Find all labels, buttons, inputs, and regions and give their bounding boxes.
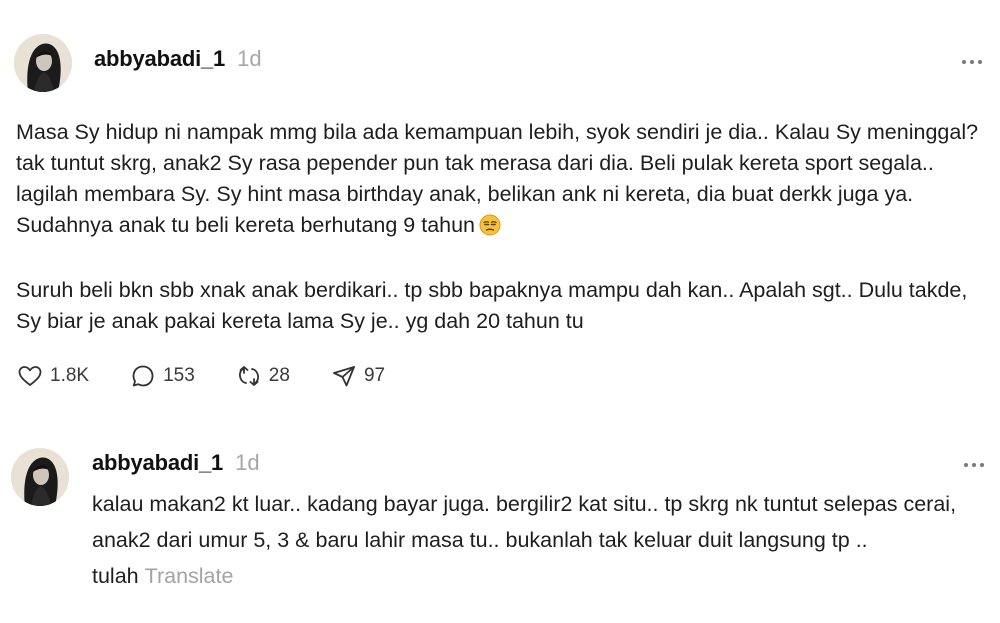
repost-icon: [238, 366, 259, 386]
post-paragraph-1: Masa Sy hidup ni nampak mmg bila ada kem…: [16, 117, 991, 241]
reply-more-options-button[interactable]: [964, 463, 984, 467]
comment-icon: [132, 365, 154, 387]
repost-count: 28: [268, 365, 290, 386]
more-icon: [964, 463, 968, 467]
comment-button[interactable]: 153: [129, 362, 195, 390]
more-icon: [962, 60, 966, 64]
reply-avatar[interactable]: [11, 448, 69, 506]
comment-count: 153: [163, 365, 195, 386]
profile-photo-icon: [11, 448, 69, 506]
like-button[interactable]: 1.8K: [16, 362, 89, 390]
timestamp: 1d: [237, 46, 262, 71]
reply-timestamp: 1d: [235, 450, 260, 475]
unamused-face-emoji: [479, 214, 501, 236]
translate-link[interactable]: Translate: [145, 564, 234, 588]
heart-icon: [18, 366, 42, 386]
share-icon: [333, 366, 355, 387]
post-paragraph-2: Suruh beli bkn sbb xnak anak berdikari..…: [16, 278, 968, 333]
reply-text: kalau makan2 kt luar.. kadang bayar juga…: [92, 486, 992, 594]
post-author-row: abbyabadi_1 1d: [94, 46, 262, 72]
profile-photo-icon: [14, 34, 72, 92]
like-count: 1.8K: [50, 365, 90, 386]
repost-button[interactable]: 28: [235, 362, 290, 390]
avatar[interactable]: [14, 34, 72, 92]
share-count: 97: [363, 365, 386, 386]
share-button[interactable]: 97: [330, 362, 385, 390]
reply-username[interactable]: abbyabadi_1: [92, 450, 223, 476]
action-bar: 1.8K 153 28 97: [16, 362, 425, 390]
username[interactable]: abbyabadi_1: [94, 46, 225, 72]
more-options-button[interactable]: [962, 60, 982, 64]
reply-author-row: abbyabadi_1 1d: [92, 450, 260, 476]
